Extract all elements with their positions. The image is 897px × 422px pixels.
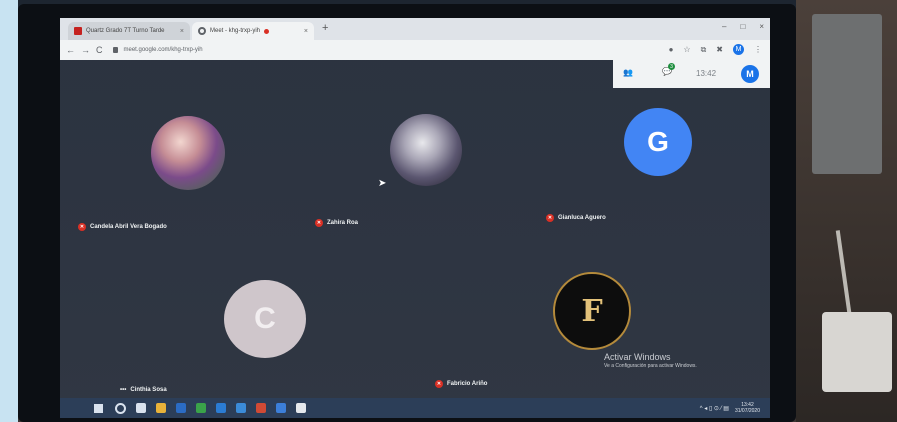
address-bar: ← → C meet.google.com/khg-trxp-yih ● ☆ ⧉… <box>60 40 770 60</box>
participant-label: ✕ Zahira Roa <box>315 219 358 227</box>
window-controls: – □ × <box>722 22 764 31</box>
tab-title: Quartz Grado 7T Turno Tarde <box>86 28 165 34</box>
toolbar-icons: ● ☆ ⧉ ✖ M ⋮ <box>669 44 762 55</box>
close-icon[interactable]: × <box>304 28 308 35</box>
charger <box>822 312 892 392</box>
chrome-icon[interactable] <box>296 402 306 413</box>
tray-icons[interactable]: ^ ◂ ▯ ⊙ ⁄ ▤ <box>700 405 729 412</box>
ellipsis-icon: ••• <box>120 387 127 393</box>
participant-label: ✕ Candela Abril Vera Bogado <box>78 223 167 231</box>
participant-avatar: C <box>224 280 306 358</box>
taskbar-icons <box>115 402 306 414</box>
secondary-monitor <box>812 14 882 174</box>
tab-classroom[interactable]: Quartz Grado 7T Turno Tarde × <box>68 22 190 40</box>
minimize-button[interactable]: – <box>722 22 726 31</box>
participant-photo <box>151 116 225 190</box>
screen: Quartz Grado 7T Turno Tarde × Meet - khg… <box>60 18 770 418</box>
back-icon[interactable]: ← <box>66 45 75 55</box>
app-icon[interactable] <box>276 402 286 413</box>
close-window-button[interactable]: × <box>759 22 764 31</box>
close-icon[interactable]: × <box>180 28 184 35</box>
participant-name: Candela Abril Vera Bogado <box>90 224 167 230</box>
tab-meet[interactable]: Meet - khg-trxp-yih × <box>192 22 314 40</box>
maximize-button[interactable]: □ <box>740 22 745 31</box>
word-icon[interactable] <box>216 402 226 413</box>
new-tab-button[interactable]: + <box>322 22 328 34</box>
clock-date: 31/07/2020 <box>734 408 760 414</box>
star-icon[interactable]: ☆ <box>683 45 690 54</box>
watermark-title: Activar Windows <box>604 352 671 362</box>
tab-title: Meet - khg-trxp-yih <box>210 28 261 34</box>
participant-avatar: F <box>553 272 631 350</box>
chat-badge: 3 <box>668 63 675 70</box>
file-explorer-icon[interactable] <box>156 402 166 413</box>
participant-name: Fabricio Ariño <box>447 381 488 387</box>
participant-label: ✕ Fabricio Ariño <box>435 380 487 388</box>
clock[interactable]: 13:42 31/07/2020 <box>735 402 760 414</box>
reload-icon[interactable]: C <box>96 45 103 55</box>
participant-name: Zahira Roa <box>327 220 359 226</box>
mic-off-icon: ✕ <box>435 380 443 388</box>
extension-icon[interactable]: ⧉ <box>701 45 707 55</box>
activate-windows-watermark: Activar Windows Ve a Configuración para … <box>604 352 697 369</box>
mouse-cursor-icon: ➤ <box>378 178 387 189</box>
participant-label: ••• Cinthia Sosa <box>120 387 167 393</box>
participant-label: ✕ Gianluca Aguero <box>546 214 606 222</box>
self-avatar[interactable]: M <box>741 65 759 83</box>
powerpoint-icon[interactable] <box>256 402 266 413</box>
taskbar: ^ ◂ ▯ ⊙ ⁄ ▤ 13:42 31/07/2020 <box>60 398 770 418</box>
task-view-icon[interactable] <box>136 402 146 413</box>
participant-name: Gianluca Aguero <box>558 215 606 221</box>
people-icon[interactable]: 👥 <box>623 68 633 77</box>
meet-icon <box>198 27 206 35</box>
url-field[interactable]: meet.google.com/khg-trxp-yih <box>124 47 203 53</box>
store-icon[interactable] <box>176 402 186 413</box>
meet-top-panel: 👥 💬 3 13:42 M <box>613 60 770 88</box>
mic-off-icon: ✕ <box>315 219 323 227</box>
classroom-icon <box>74 27 82 35</box>
windows-start-icon[interactable] <box>94 403 103 413</box>
mic-off-icon: ✕ <box>546 214 554 222</box>
participant-photo <box>390 114 462 186</box>
mail-icon[interactable] <box>236 402 246 413</box>
tab-bar: Quartz Grado 7T Turno Tarde × Meet - khg… <box>60 18 770 40</box>
background-strip-left <box>0 0 18 422</box>
recording-icon <box>264 28 270 34</box>
profile-avatar[interactable]: M <box>733 44 744 55</box>
camera-icon[interactable]: ● <box>669 45 674 54</box>
mic-off-icon: ✕ <box>78 223 86 231</box>
menu-icon[interactable]: ⋮ <box>754 45 762 54</box>
cortana-icon[interactable] <box>115 402 126 414</box>
pin-icon[interactable]: ✖ <box>716 45 723 54</box>
participant-name: Cinthia Sosa <box>130 387 167 393</box>
participant-avatar: G <box>624 108 692 176</box>
watermark-subtitle: Ve a Configuración para activar Windows. <box>604 363 697 369</box>
meeting-time: 13:42 <box>696 69 717 78</box>
lock-icon <box>112 47 118 53</box>
system-tray: ^ ◂ ▯ ⊙ ⁄ ▤ 13:42 31/07/2020 <box>700 402 760 414</box>
excel-icon[interactable] <box>196 402 206 413</box>
forward-icon[interactable]: → <box>81 45 90 55</box>
